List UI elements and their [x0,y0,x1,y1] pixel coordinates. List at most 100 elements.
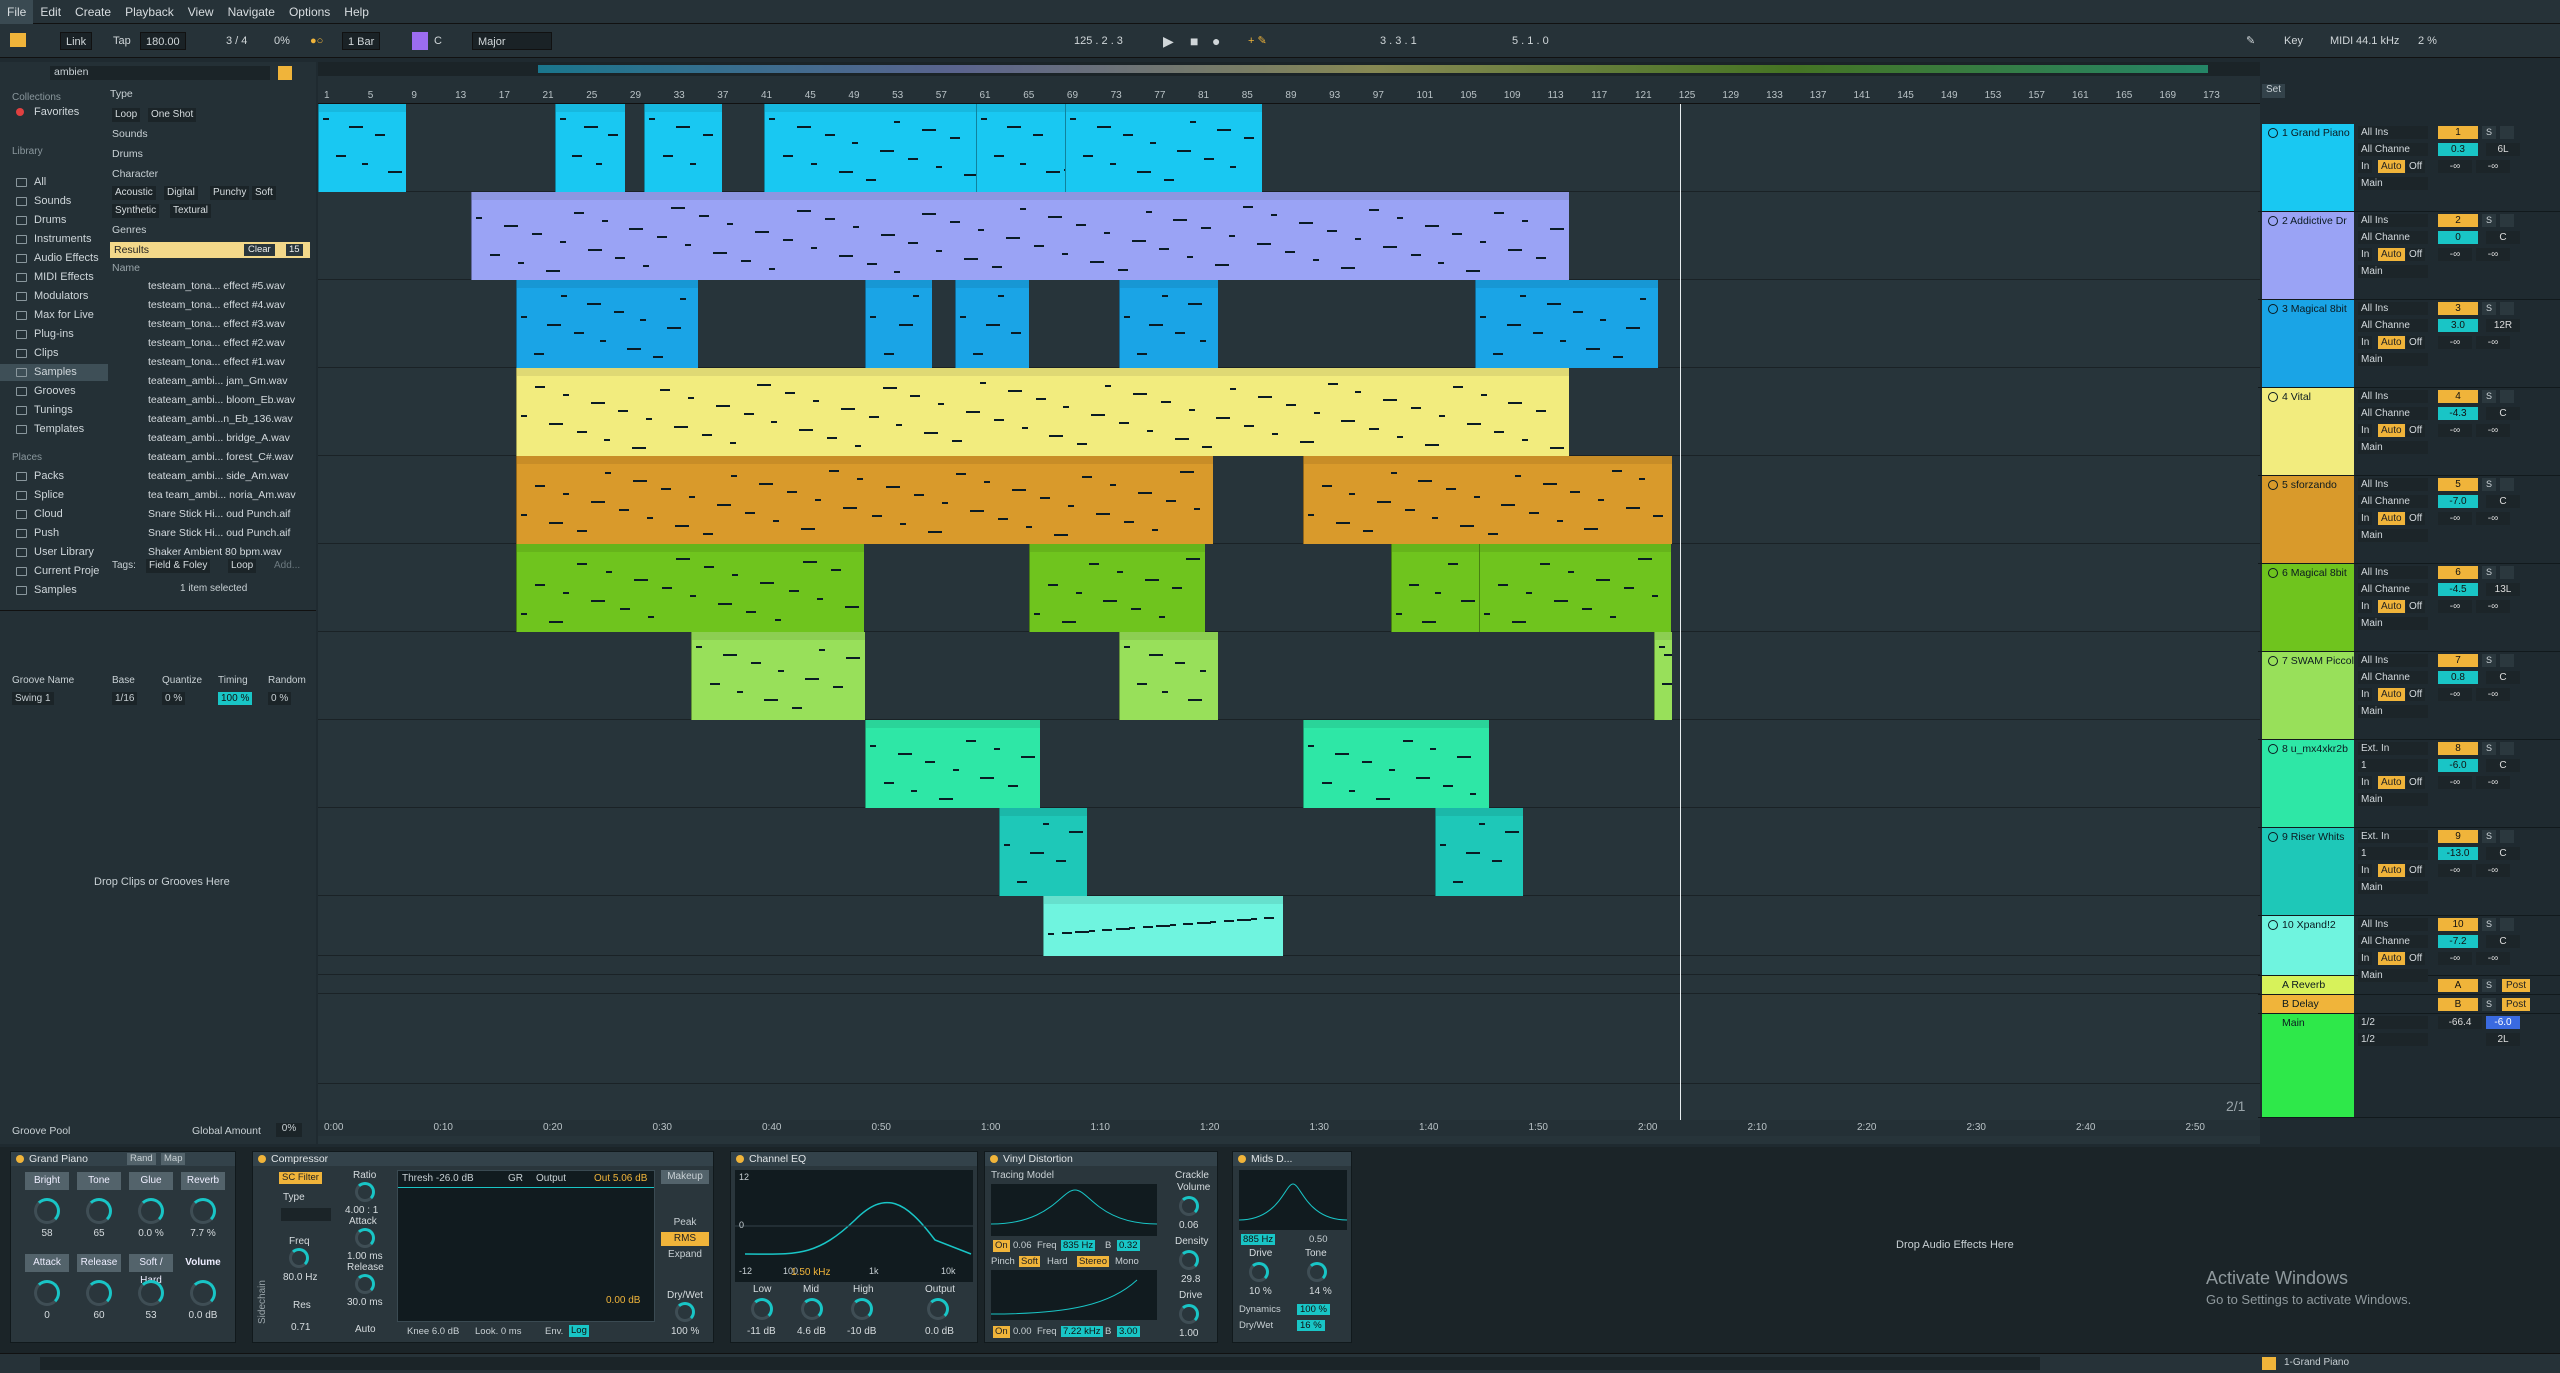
drive-knob[interactable] [1179,1304,1199,1324]
clip-header[interactable] [866,280,932,288]
eq-mid-knob[interactable] [801,1298,823,1320]
main-header[interactable]: Main 1/2 1/2 -66.4 -6.0 2L [2258,1014,2560,1118]
library-item-templates[interactable]: Templates [0,421,108,438]
monitor-in[interactable]: In [2358,512,2373,525]
midi-map-label[interactable]: MIDI [2330,32,2353,50]
clip[interactable] [1435,808,1523,896]
arm-icon[interactable] [2500,478,2514,491]
char-chip-digital[interactable]: Digital [164,186,198,200]
loop-length[interactable]: 5 . 1 . 0 [1512,32,1549,50]
send-a[interactable]: -∞ [2438,952,2472,965]
clip-header[interactable] [1030,544,1205,552]
main-pan[interactable]: -6.0 [2486,1016,2520,1029]
monitor-in[interactable]: In [2358,336,2373,349]
arm-icon[interactable] [2500,830,2514,843]
monitor-auto[interactable]: Auto [2378,512,2405,525]
return-header-a[interactable]: A Reverb A S Post [2258,976,2560,995]
pinch-freq[interactable]: 7.22 kHz [1061,1326,1103,1337]
arm-icon[interactable] [2500,566,2514,579]
clip-header[interactable] [556,104,625,112]
clip[interactable] [1303,720,1489,808]
metronome-icon[interactable]: ●○ [310,32,323,50]
favorites-item[interactable]: Favorites [34,106,79,118]
macro-label-0[interactable]: Bright [25,1172,69,1190]
menu-item-navigate[interactable]: Navigate [221,0,282,24]
send-b[interactable]: -∞ [2476,600,2510,613]
time-signature[interactable]: 3 / 4 [226,32,247,50]
monitor-auto[interactable]: Auto [2378,336,2405,349]
clip-header[interactable] [517,544,864,552]
result-item[interactable]: tea team_ambi... noria_Am.wav [112,487,310,505]
main-out[interactable]: 1/2 [2358,1016,2428,1029]
eq-output-knob[interactable] [927,1298,949,1320]
clip[interactable] [644,104,722,192]
library-item-clips[interactable]: Clips [0,345,108,362]
macro-knob-reverb[interactable] [190,1198,216,1224]
track-header-4[interactable]: 4 Vital All Ins All Channe In Auto Off Main 4 S -… [2258,388,2560,476]
return-lane-a[interactable] [318,956,2260,975]
track-fold-icon[interactable] [2268,304,2278,314]
return-solo[interactable]: S [2482,979,2496,992]
clip[interactable] [1475,280,1658,368]
key-root-toggle[interactable] [412,32,428,50]
macro-knob-attack[interactable] [34,1280,60,1306]
send-a[interactable]: -∞ [2438,512,2472,525]
tracing-display[interactable] [990,1184,1158,1236]
track-name[interactable]: 9 Riser Whits [2262,828,2354,915]
freq-knob[interactable] [289,1248,309,1268]
track-name[interactable]: 10 Xpand!2 [2262,916,2354,975]
rms-button[interactable]: RMS [661,1232,709,1246]
menu-item-options[interactable]: Options [282,0,337,24]
monitor-in[interactable]: In [2358,424,2373,437]
monitor-auto[interactable]: Auto [2378,952,2405,965]
clip-header[interactable] [1066,104,1262,112]
attack-knob[interactable] [355,1228,375,1248]
pan-value[interactable]: C [2486,671,2520,684]
song-position[interactable]: 125 . 2 . 3 [1074,32,1123,50]
ratio-knob[interactable] [355,1182,375,1202]
track-fold-icon[interactable] [2268,744,2278,754]
pan-value[interactable]: C [2486,407,2520,420]
mids-q[interactable]: 0.50 [1309,1234,1328,1245]
input-type[interactable]: All Ins [2358,214,2428,227]
send-b[interactable]: -∞ [2476,160,2510,173]
return-header-b[interactable]: B Delay B S Post [2258,995,2560,1014]
pinch-on-button[interactable]: On [993,1326,1010,1338]
return-solo[interactable]: S [2482,998,2496,1011]
monitor-off[interactable]: Off [2406,688,2426,701]
volume-value[interactable]: 0 [2438,231,2478,244]
clip-header[interactable] [645,104,722,112]
tracing-b[interactable]: 0.32 [1117,1240,1140,1251]
track-fold-icon[interactable] [2268,656,2278,666]
type-menu[interactable] [281,1208,331,1221]
input-type[interactable]: All Ins [2358,918,2428,931]
places-item-splice[interactable]: Splice [0,487,108,504]
result-item[interactable]: Snare Stick Hi... oud Punch.aif [112,525,310,543]
input-type[interactable]: All Ins [2358,390,2428,403]
clip-header[interactable] [692,632,865,640]
clip-header[interactable] [956,280,1029,288]
record-icon[interactable]: ● [1212,32,1220,50]
send-b[interactable]: -∞ [2476,776,2510,789]
input-type[interactable]: Ext. In [2358,830,2428,843]
char-chip-synthetic[interactable]: Synthetic [112,204,160,218]
library-item-grooves[interactable]: Grooves [0,383,108,400]
send-b[interactable]: -∞ [2476,864,2510,877]
clip[interactable] [865,280,932,368]
auto-button[interactable]: Auto [355,1324,376,1335]
post-button[interactable]: Post [2502,998,2531,1011]
name-column[interactable]: Name [112,262,140,274]
pan-value[interactable]: 12R [2486,319,2520,332]
track-lane-3[interactable] [318,280,2260,368]
send-a[interactable]: -∞ [2438,248,2472,261]
eq-display[interactable]: 12 0 -12 100 1k 10k [735,1170,973,1282]
mids-drive-knob[interactable] [1249,1262,1269,1282]
monitor-auto[interactable]: Auto [2378,424,2405,437]
pinch-b[interactable]: 3.00 [1117,1326,1140,1337]
solo-button[interactable]: S [2482,390,2496,403]
pan-value[interactable]: C [2486,495,2520,508]
clip[interactable] [471,192,1569,280]
monitor-in[interactable]: In [2358,864,2373,877]
release-knob[interactable] [355,1274,375,1294]
clip[interactable] [976,104,1064,192]
